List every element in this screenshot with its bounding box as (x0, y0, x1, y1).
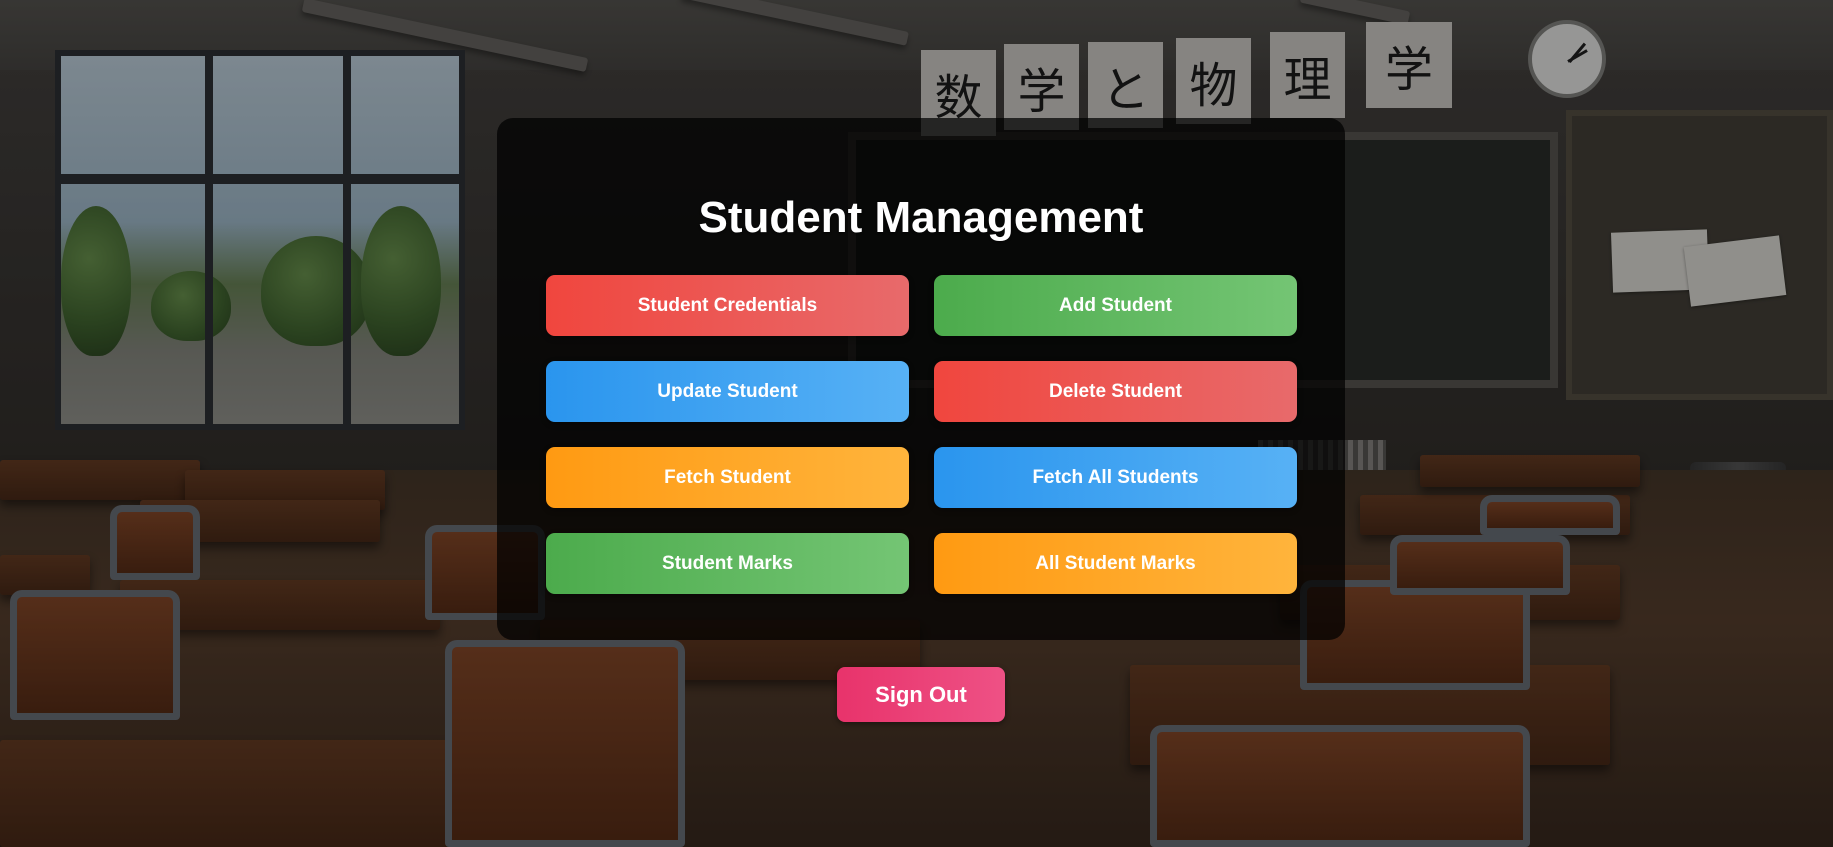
fetch-student-button[interactable]: Fetch Student (546, 447, 909, 508)
add-student-button[interactable]: Add Student (934, 275, 1297, 336)
sign-out-button[interactable]: Sign Out (837, 667, 1005, 722)
student-marks-button[interactable]: Student Marks (546, 533, 909, 594)
all-student-marks-button[interactable]: All Student Marks (934, 533, 1297, 594)
management-panel: Student Management Student Credentials A… (497, 118, 1345, 640)
fetch-all-students-button[interactable]: Fetch All Students (934, 447, 1297, 508)
page-title: Student Management (698, 193, 1144, 242)
update-student-button[interactable]: Update Student (546, 361, 909, 422)
student-credentials-button[interactable]: Student Credentials (546, 275, 909, 336)
action-button-grid: Student Credentials Add Student Update S… (546, 275, 1297, 594)
delete-student-button[interactable]: Delete Student (934, 361, 1297, 422)
